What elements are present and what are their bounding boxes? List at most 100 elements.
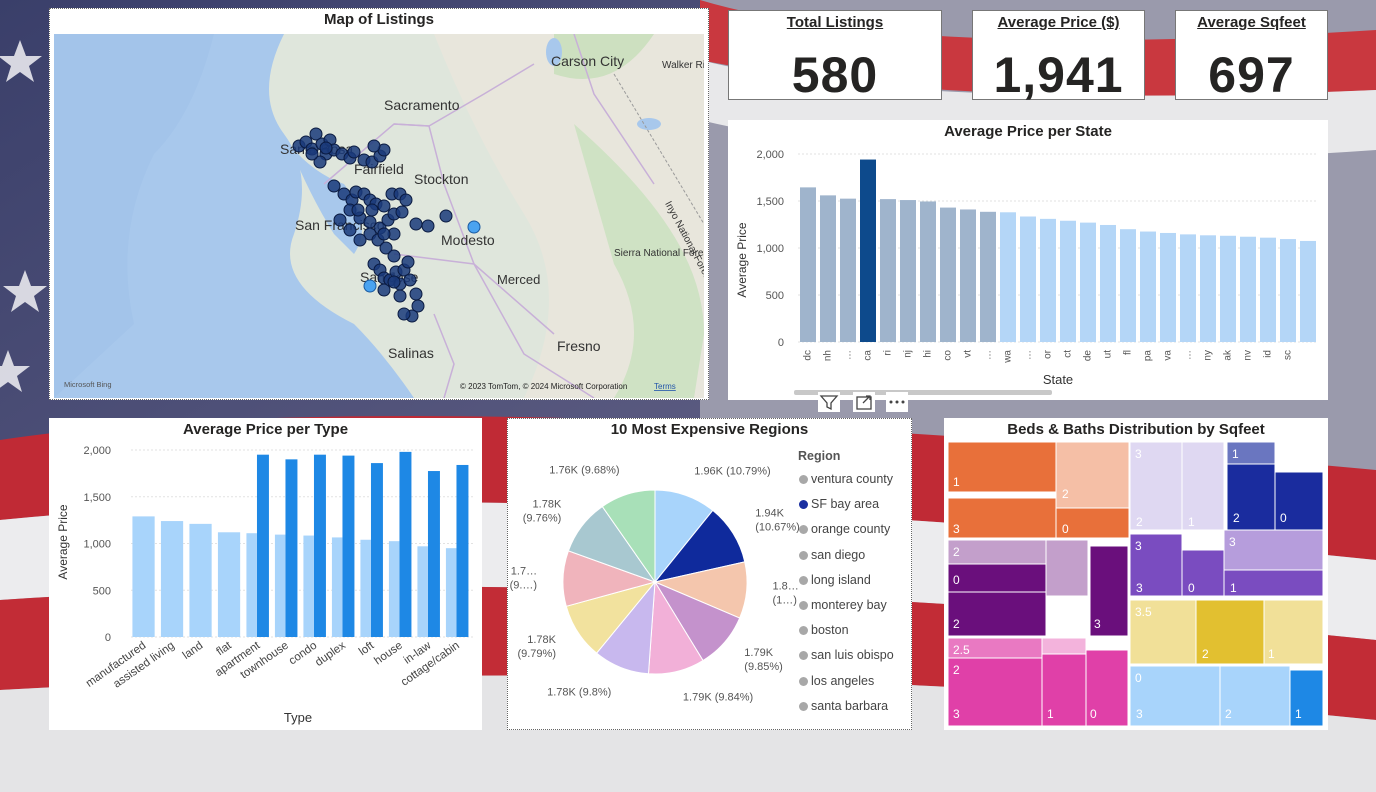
state-bar[interactable]	[1040, 218, 1056, 342]
treemap-tile[interactable]	[947, 539, 1047, 565]
state-bar[interactable]	[1180, 234, 1196, 342]
pie-legend-item[interactable]: SF bay area	[799, 497, 879, 511]
state-bar[interactable]	[1280, 239, 1296, 342]
type-bar[interactable]	[417, 546, 428, 637]
pie-legend-item[interactable]: san luis obispo	[799, 648, 894, 662]
state-bar[interactable]	[1240, 236, 1256, 342]
listing-point[interactable]	[399, 193, 413, 207]
type-bar[interactable]	[217, 532, 241, 637]
more-options-icon[interactable]	[886, 392, 908, 412]
treemap-tile[interactable]	[1055, 441, 1130, 515]
state-bar[interactable]	[920, 201, 936, 342]
listing-point[interactable]	[347, 145, 361, 159]
state-bar[interactable]	[1020, 216, 1036, 342]
state-bar[interactable]	[860, 159, 876, 342]
type-bar[interactable]	[427, 471, 440, 637]
state-bar[interactable]	[1060, 220, 1076, 342]
pie-legend-item[interactable]: boston	[799, 623, 849, 637]
type-bar[interactable]	[303, 535, 314, 637]
listing-point[interactable]	[403, 273, 417, 287]
listing-point[interactable]	[467, 220, 481, 234]
filter-icon[interactable]	[818, 392, 840, 412]
treemap-canvas[interactable]: 1.5312333.52.50123021200213301212310321	[944, 418, 1328, 730]
type-bar[interactable]	[313, 454, 326, 637]
treemap-tile[interactable]	[947, 563, 1047, 593]
treemap-tile[interactable]	[1223, 569, 1324, 597]
focus-mode-icon[interactable]	[853, 392, 875, 412]
state-bar[interactable]	[840, 198, 856, 342]
pie-legend-item[interactable]: orange county	[799, 522, 890, 536]
listing-point[interactable]	[439, 209, 453, 223]
type-bar[interactable]	[256, 454, 269, 637]
state-bar[interactable]	[1300, 240, 1316, 342]
state-bar[interactable]	[1120, 229, 1136, 342]
listing-point[interactable]	[409, 217, 423, 231]
state-bar[interactable]	[820, 195, 836, 342]
pie-legend-item[interactable]: monterey bay	[799, 598, 887, 612]
state-bar[interactable]	[980, 211, 996, 342]
listing-point[interactable]	[397, 307, 411, 321]
listing-point[interactable]	[319, 141, 333, 155]
listing-point[interactable]	[377, 283, 391, 297]
state-bar[interactable]	[960, 209, 976, 342]
state-bar[interactable]	[1140, 231, 1156, 342]
type-chart-canvas[interactable]: Average Price Type 05001,0001,5002,000ma…	[49, 418, 482, 730]
listing-point[interactable]	[387, 275, 401, 289]
listing-point[interactable]	[377, 199, 391, 213]
state-bar[interactable]	[900, 200, 916, 342]
type-bar[interactable]	[246, 533, 257, 637]
state-bar[interactable]	[800, 187, 816, 342]
state-chart-visual[interactable]: Average Price per State Average Price St…	[728, 120, 1328, 400]
map-canvas[interactable]: Carson City Walker River I.R. Sacramento…	[54, 34, 704, 398]
treemap-tile[interactable]	[1129, 665, 1221, 727]
state-bar[interactable]	[1100, 224, 1116, 342]
treemap-tile[interactable]	[1041, 637, 1087, 655]
listing-point[interactable]	[343, 223, 357, 237]
state-chart-canvas[interactable]: Average Price State 0 500 1,000 1,500 2,000 d…	[728, 120, 1328, 400]
type-bar[interactable]	[331, 537, 343, 637]
treemap-tile[interactable]	[947, 441, 1057, 493]
listing-point[interactable]	[365, 203, 379, 217]
treemap-visual[interactable]: Beds & Baths Distribution by Sqfeet 1.53…	[944, 418, 1328, 730]
listing-point[interactable]	[367, 139, 381, 153]
state-bar[interactable]	[1080, 222, 1096, 342]
listing-point[interactable]	[421, 219, 435, 233]
listing-point[interactable]	[393, 289, 407, 303]
type-bar[interactable]	[274, 534, 286, 637]
type-bar[interactable]	[342, 455, 355, 637]
state-bar[interactable]	[1000, 212, 1016, 342]
treemap-tile[interactable]	[947, 591, 1047, 637]
state-bar[interactable]	[940, 207, 956, 342]
type-bar[interactable]	[285, 459, 298, 637]
listing-point[interactable]	[327, 179, 341, 193]
listing-point[interactable]	[351, 203, 365, 217]
listing-point[interactable]	[401, 255, 415, 269]
treemap-tile[interactable]	[947, 657, 1043, 727]
listing-point[interactable]	[305, 147, 319, 161]
state-bar[interactable]	[1160, 232, 1176, 342]
type-bar[interactable]	[132, 516, 155, 637]
listing-point[interactable]	[387, 249, 401, 263]
pie-legend-item[interactable]: san diego	[799, 548, 865, 562]
treemap-tile[interactable]	[1045, 539, 1089, 597]
state-bar[interactable]	[1220, 235, 1236, 342]
type-bar[interactable]	[189, 523, 212, 637]
pie-legend-item[interactable]: los angeles	[799, 674, 874, 688]
listing-point[interactable]	[333, 213, 347, 227]
treemap-tile[interactable]	[947, 497, 1057, 539]
listing-point[interactable]	[409, 287, 423, 301]
listing-point[interactable]	[353, 233, 367, 247]
pie-legend-item[interactable]: ventura county	[799, 472, 893, 486]
map-terms-link[interactable]: Terms	[654, 382, 676, 391]
type-bar[interactable]	[370, 463, 383, 637]
pie-legend-item[interactable]: long island	[799, 573, 871, 587]
type-bar[interactable]	[445, 548, 457, 637]
map-visual[interactable]: Map of Listings Carson City Walker River…	[49, 8, 709, 400]
state-bar[interactable]	[1200, 235, 1216, 342]
type-chart-visual[interactable]: Average Price per Type Average Price Typ…	[49, 418, 482, 730]
listing-point[interactable]	[363, 279, 377, 293]
type-bar[interactable]	[388, 541, 400, 637]
type-bar[interactable]	[160, 521, 184, 637]
listing-point[interactable]	[395, 205, 409, 219]
type-bar[interactable]	[456, 464, 469, 637]
